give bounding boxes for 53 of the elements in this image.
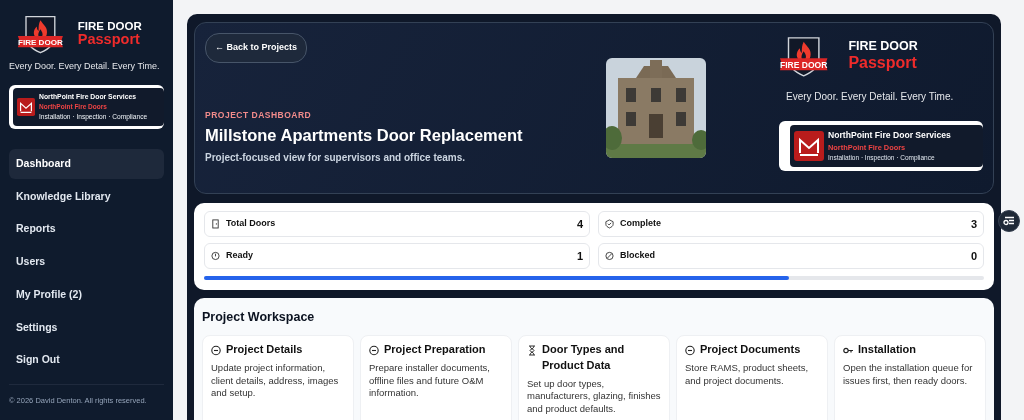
card-title: Door Types and Product Data xyxy=(542,341,626,373)
nav-item[interactable]: Settings xyxy=(9,312,164,343)
back-button[interactable]: ← Back to Projects xyxy=(205,33,308,63)
workspace-card[interactable]: Project Preparation Prepare installer documents, offline files and future O&M information. xyxy=(360,334,512,420)
workspace-card[interactable]: Project Details Update project information, client details, address, images and setup. xyxy=(202,334,354,420)
nav-item[interactable]: Dashboard xyxy=(9,148,164,179)
card-title: Project Documents xyxy=(700,341,801,357)
stat-value: 0 xyxy=(970,248,977,264)
stat-label: Ready xyxy=(226,249,253,263)
nav-item[interactable]: My Profile (2) xyxy=(9,279,164,310)
card-description: Prepare installer documents, offline files and future O&M information. xyxy=(369,361,491,401)
minus-circle-icon xyxy=(685,344,695,356)
project-title: Millstone Apartments Door Replacement xyxy=(205,125,524,147)
company-logo-icon xyxy=(17,98,35,116)
tagline: Every Door. Every Detail. Every Time. xyxy=(786,89,955,104)
card-description: Open the installation queue for issues first, then ready doors. xyxy=(843,361,974,388)
filter-button[interactable] xyxy=(998,210,1020,232)
brand-name: FIRE DOOR xyxy=(848,40,918,54)
stat-value: 1 xyxy=(576,248,583,264)
card-title: Project Details xyxy=(226,341,303,357)
company-logo-icon xyxy=(794,130,824,161)
company-name: NorthPoint Fire Door Services xyxy=(828,128,951,142)
stat-label: Complete xyxy=(620,217,661,231)
nav-item[interactable]: Sign Out xyxy=(9,345,164,376)
workspace-card[interactable]: Door Types and Product Data Set up door types, manufacturers, glazing, finishes and product defaults. xyxy=(518,334,670,420)
minus-circle-icon xyxy=(211,344,221,356)
workspace-card[interactable]: Project Documents Store RAMS, product sheets, and project documents. xyxy=(676,334,828,420)
nav-item[interactable]: Knowledge Library xyxy=(9,181,164,212)
nav-item[interactable]: Users xyxy=(9,247,164,277)
tagline: Every Door. Every Detail. Every Time. xyxy=(9,59,161,73)
eyebrow-label: PROJECT DASHBOARD xyxy=(205,108,313,122)
stat-value: 4 xyxy=(576,216,583,232)
nav-item[interactable]: Reports xyxy=(9,214,164,245)
project-subtitle: Project-focused view for supervisors and office teams. xyxy=(205,151,467,165)
card-description: Store RAMS, product sheets, and project documents. xyxy=(685,361,810,388)
blocked-icon xyxy=(605,251,614,261)
stat-label: Blocked xyxy=(620,249,655,263)
brand-name: Passport xyxy=(848,53,918,72)
filter-icon xyxy=(1003,216,1015,226)
card-description: Update project information, client details, address, images and setup. xyxy=(211,361,340,401)
section-title: Project Workspace xyxy=(202,309,316,326)
door-icon xyxy=(211,219,220,229)
hourglass-icon xyxy=(527,344,537,356)
card-description: Set up door types, manufacturers, glazing, finishes and product defaults. xyxy=(527,377,661,417)
card-title: Project Preparation xyxy=(384,341,486,357)
shield-check-icon xyxy=(605,219,614,229)
minus-circle-icon xyxy=(369,344,379,356)
stat-value: 3 xyxy=(970,216,977,232)
card-title: Installation xyxy=(858,341,917,357)
workspace-card[interactable]: Installation Open the installation queue for issues first, then ready doors. xyxy=(834,334,986,420)
brand-name: Passport xyxy=(77,32,141,49)
brand-name: FIRE DOOR xyxy=(77,19,142,33)
stat-label: Total Doors xyxy=(226,217,276,231)
